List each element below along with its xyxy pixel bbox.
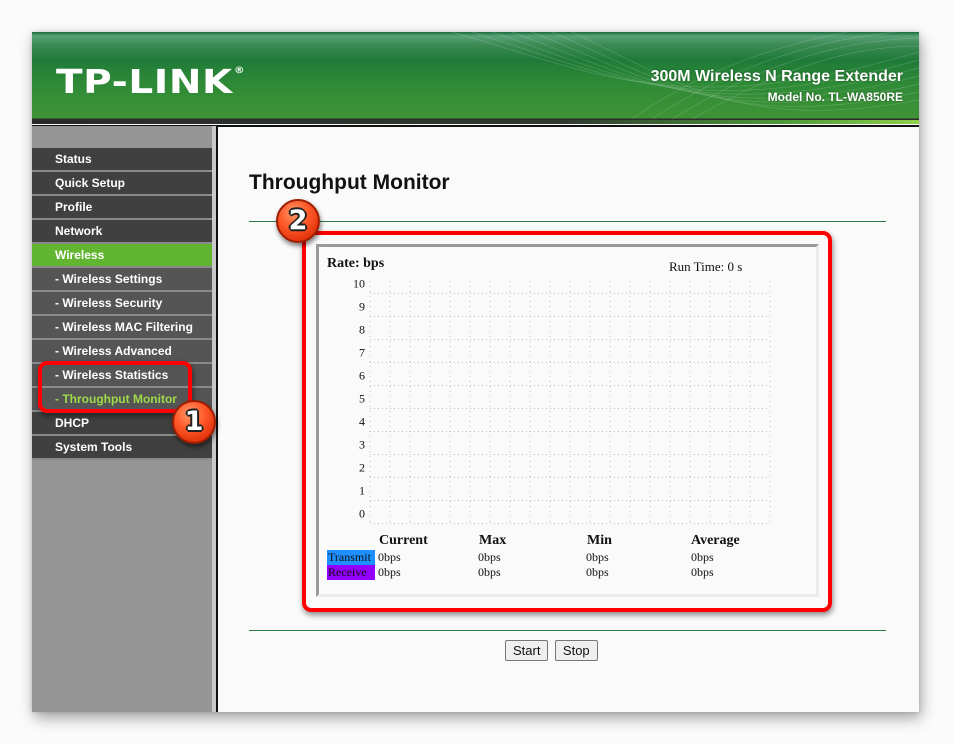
annotation-badge-2: 2 bbox=[276, 199, 320, 243]
product-title: 300M Wireless N Range Extender bbox=[650, 68, 903, 85]
page-title: Throughput Monitor bbox=[249, 171, 450, 194]
sidebar-item-wireless-mac-filtering[interactable]: - Wireless MAC Filtering bbox=[32, 316, 212, 340]
stop-button[interactable]: Stop bbox=[554, 640, 598, 661]
start-button[interactable]: Start bbox=[505, 640, 549, 661]
header-bottom-strip bbox=[32, 120, 919, 124]
annotation-highlight-menu bbox=[38, 361, 192, 413]
control-buttons: Start Stop bbox=[505, 640, 600, 661]
sidebar-item-wireless-security[interactable]: - Wireless Security bbox=[32, 292, 212, 316]
tp-link-logo: TP-LINK® bbox=[56, 62, 246, 101]
sidebar-item-wireless-settings[interactable]: - Wireless Settings bbox=[32, 268, 212, 292]
sidebar-item-status[interactable]: Status bbox=[32, 148, 212, 172]
model-number: Model No. TL-WA850RE bbox=[767, 90, 903, 104]
divider-top bbox=[249, 221, 886, 222]
annotation-badge-1: 1 bbox=[172, 400, 216, 444]
divider-bottom bbox=[249, 630, 886, 631]
annotation-highlight-monitor bbox=[302, 231, 832, 612]
sidebar-item-network[interactable]: Network bbox=[32, 220, 212, 244]
sidebar-item-profile[interactable]: Profile bbox=[32, 196, 212, 220]
header-banner: TP-LINK® 300M Wireless N Range Extender … bbox=[32, 32, 919, 124]
sidebar-item-wireless[interactable]: Wireless bbox=[32, 244, 212, 268]
sidebar-item-quick-setup[interactable]: Quick Setup bbox=[32, 172, 212, 196]
